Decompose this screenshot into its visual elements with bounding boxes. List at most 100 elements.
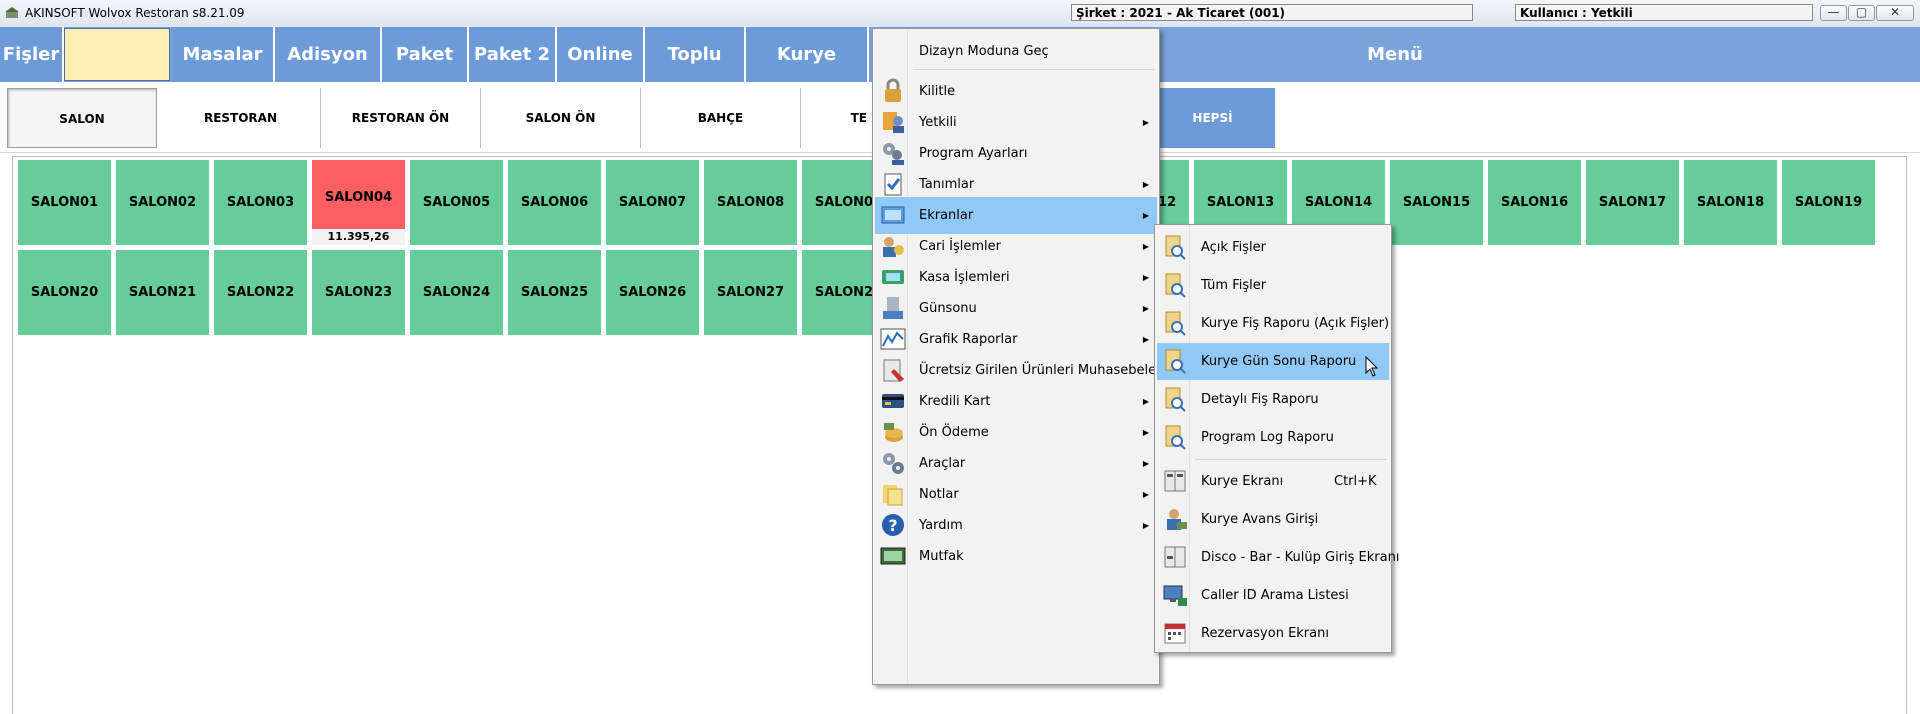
tab-salon[interactable]: SALON — [7, 88, 157, 148]
app-icon — [5, 7, 19, 18]
submenu-item-label: Kurye Fiş Raporu (Açık Fişler) — [1201, 316, 1390, 331]
cash-register-icon — [882, 270, 904, 284]
mouse-cursor-icon — [1365, 356, 1379, 377]
menu-item-dizayn-moduna-ge-[interactable]: Dizayn Moduna Geç — [875, 33, 1157, 70]
table-tile[interactable]: SALON02 — [116, 160, 209, 245]
submenu-item-kurye-ekran-[interactable]: Kurye Ekranı Ctrl+K — [1157, 463, 1389, 500]
submenu-item-label: Caller ID Arama Listesi — [1201, 588, 1349, 603]
tab-restoran[interactable]: RESTORAN — [161, 88, 321, 148]
table-tile[interactable]: SALON07 — [606, 160, 699, 245]
submenu-item-kurye-avans-giri-i[interactable]: Kurye Avans Girişi — [1157, 501, 1389, 538]
menu-item-mutfak[interactable]: Mutfak — [875, 538, 1157, 575]
submenu-item-label: Disco - Bar - Kulüp Giriş Ekranı — [1201, 550, 1400, 565]
padlock-icon — [885, 78, 901, 102]
main-context-menu: Dizayn Moduna Geç Kilitle Yetkili ▶ Program … — [872, 28, 1182, 685]
title-bar: AKINSOFT Wolvox Restoran s8.21.09 Şirket… — [0, 0, 1920, 28]
nav-menu-button[interactable]: Menü — [1160, 27, 1630, 82]
table-tile-occupied[interactable]: SALON04 11.395,26 — [312, 160, 405, 245]
table-tile[interactable]: SALON18 — [1684, 160, 1777, 245]
nav-kurye-ekrani-button[interactable]: Kurye Ekranı — [746, 27, 869, 120]
tab-restoran-on[interactable]: RESTORAN ÖN — [321, 88, 481, 148]
company-info: Şirket : 2021 - Ak Ticaret (001) — [1071, 4, 1473, 21]
submenu-item-kurye-fi-raporu-a-k-fi-ler-[interactable]: Kurye Fiş Raporu (Açık Fişler) — [1157, 305, 1389, 342]
table-tile[interactable]: SALON26 — [606, 250, 699, 335]
submenu-item-label: Tüm Fişler — [1201, 278, 1267, 293]
nav-toplu-satis-button[interactable]: Toplu Satış — [645, 27, 746, 120]
table-tile[interactable]: SALON15 — [1390, 160, 1483, 245]
nav-paket-button[interactable]: Paket — [382, 27, 469, 82]
submenu-item-label: Detaylı Fiş Raporu — [1201, 392, 1319, 407]
table-tile[interactable]: SALON20 — [18, 250, 111, 335]
submenu-item-rezervasyon-ekran-[interactable]: Rezervasyon Ekranı — [1157, 615, 1389, 652]
report-icon — [1165, 273, 1186, 298]
user-info: Kullanıcı : Yetkili — [1515, 4, 1813, 21]
table-tile[interactable]: SALON23 — [312, 250, 405, 335]
table-name: SALON04 — [324, 190, 393, 205]
table-tile[interactable]: SALON17 — [1586, 160, 1679, 245]
courier-advance-icon — [1167, 509, 1187, 530]
submenu-item-label: Kurye Avans Girişi — [1201, 512, 1319, 527]
menu-separator — [913, 69, 1155, 70]
customer-accounts-icon — [883, 237, 904, 257]
tab-hepsi[interactable]: HEPSİ — [1150, 88, 1275, 148]
submenu-item-caller-id-arama-listesi[interactable]: Caller ID Arama Listesi — [1157, 577, 1389, 614]
table-tile[interactable]: SALON06 — [508, 160, 601, 245]
credit-card-icon — [882, 394, 904, 408]
tab-partial[interactable]: TE — [801, 88, 871, 148]
nav-adisyon-button[interactable]: Adisyon — [275, 27, 382, 82]
submenu-item-label: Kurye Gün Sonu Raporu — [1201, 354, 1357, 369]
table-tile[interactable]: SALON16 — [1488, 160, 1581, 245]
gears-user-icon — [883, 143, 904, 165]
nav-paket2-button[interactable]: Paket 2 — [469, 27, 557, 82]
kitchen-icon — [880, 547, 906, 565]
table-tile[interactable]: SALON27 — [704, 250, 797, 335]
notes-icon — [883, 485, 903, 506]
nav-fisler-button[interactable]: Fişler — [0, 27, 64, 82]
maximize-button[interactable]: ▢ — [1848, 5, 1875, 21]
accounting-icon — [883, 359, 904, 382]
tools-icon — [883, 453, 904, 474]
nav-online-button[interactable]: Online — [557, 27, 645, 82]
table-tile[interactable]: SALON21 — [116, 250, 209, 335]
svg-text:?: ? — [888, 516, 897, 535]
report-icon — [1165, 311, 1186, 336]
report-icon — [1165, 235, 1186, 260]
submenu-item-program-log-raporu[interactable]: Program Log Raporu — [1157, 419, 1389, 456]
menu-item-label: Dizayn Moduna Geç — [919, 44, 1049, 59]
tab-bahce[interactable]: BAHÇE — [641, 88, 801, 148]
menu-item-label: Mutfak — [919, 549, 964, 564]
submenu-item-disco-bar-kul-p-giri-ekran-[interactable]: Disco - Bar - Kulüp Giriş Ekranı — [1157, 539, 1399, 576]
report-icon — [1165, 425, 1186, 450]
report-icon — [1165, 387, 1186, 412]
table-tile[interactable]: SALON01 — [18, 160, 111, 245]
chart-icon — [880, 328, 906, 350]
help-icon: ? — [882, 514, 904, 536]
submenu-separator — [1195, 459, 1387, 460]
submenu-item-detayl-fi-raporu[interactable]: Detaylı Fiş Raporu — [1157, 381, 1389, 418]
submenu-item-a-k-fi-ler[interactable]: Açık Fişler — [1157, 229, 1389, 266]
table-tile[interactable]: SALON03 — [214, 160, 307, 245]
table-tile[interactable]: SALON05 — [410, 160, 503, 245]
minimize-button[interactable]: — — [1820, 5, 1847, 21]
table-amount: 11.395,26 — [312, 229, 405, 245]
close-button[interactable]: ✕ — [1876, 5, 1914, 21]
table-tile[interactable]: SALON25 — [508, 250, 601, 335]
submenu-item-label: Rezervasyon Ekranı — [1201, 626, 1329, 641]
submenu-item-kurye-g-n-sonu-raporu[interactable]: Kurye Gün Sonu Raporu — [1157, 343, 1389, 380]
submenu-item-t-m-fi-ler[interactable]: Tüm Fişler — [1157, 267, 1389, 304]
ekranlar-submenu: Açık Fişler Tüm Fişler Kurye Fiş Raporu (A… — [1154, 224, 1399, 653]
submenu-item-label: Açık Fişler — [1201, 240, 1266, 255]
nav-input-field[interactable] — [64, 28, 170, 81]
nav-masalar-button[interactable]: Masalar — [172, 27, 275, 82]
clipboard-check-icon — [884, 173, 902, 196]
table-tile[interactable]: SALON19 — [1782, 160, 1875, 245]
calendar-icon — [1164, 623, 1186, 644]
caller-id-icon — [1163, 585, 1187, 606]
table-tile[interactable]: SALON08 — [704, 160, 797, 245]
submenu-item-label: Program Log Raporu — [1201, 430, 1334, 445]
shortcut-label: Ctrl+K — [1334, 474, 1377, 489]
table-tile[interactable]: SALON22 — [214, 250, 307, 335]
report-icon — [1165, 349, 1186, 374]
tab-salon-on[interactable]: SALON ÖN — [481, 88, 641, 148]
table-tile[interactable]: SALON24 — [410, 250, 503, 335]
